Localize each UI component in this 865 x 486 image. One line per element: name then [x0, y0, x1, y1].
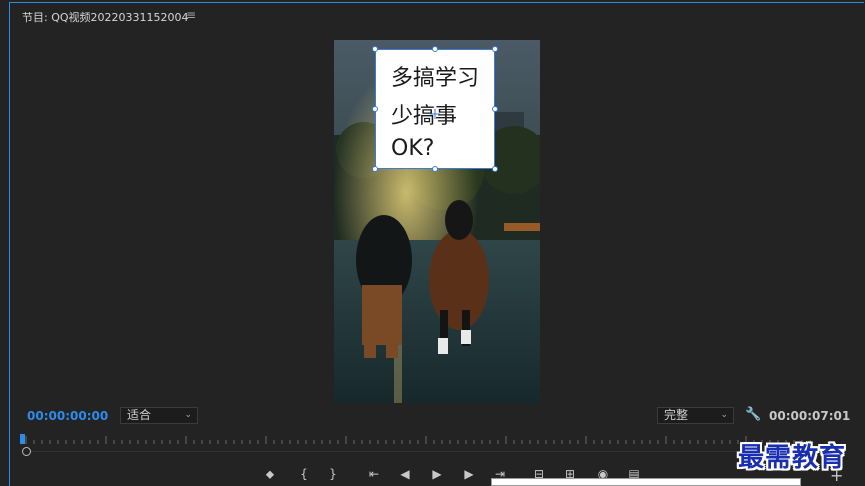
step-forward-button[interactable]: ▶	[461, 466, 477, 482]
panel-tab-bar: 节目: QQ视频20220331152004 ≡	[10, 3, 865, 27]
mark-out-button[interactable]: }	[325, 466, 341, 482]
transform-handle-right[interactable]	[492, 106, 498, 112]
transform-handle-bottom-left[interactable]	[372, 166, 378, 172]
panel-tab-title[interactable]: 节目: QQ视频20220331152004	[22, 9, 189, 25]
program-monitor-panel: 节目: QQ视频20220331152004 ≡ 多搞学习 少搞事 OK? 00…	[0, 0, 865, 486]
duration-timecode: 00:00:07:01	[769, 409, 851, 423]
chevron-down-icon: ⌄	[184, 410, 192, 420]
overlay-text-line-1: 多搞学习	[391, 66, 480, 91]
watermark-logo: 最需教育	[738, 443, 847, 473]
partial-popup-window	[491, 478, 801, 486]
zoom-scroll-track	[31, 451, 791, 452]
zoom-level-select[interactable]: 适合 ⌄	[120, 407, 198, 424]
overlay-text-line-2: 少搞事	[391, 104, 458, 129]
transform-handle-top-left[interactable]	[372, 46, 378, 52]
playback-resolution-value: 完整	[664, 408, 689, 422]
overlay-text-line-3: OK?	[391, 136, 435, 161]
wrench-settings-icon[interactable]: 🔧	[745, 407, 761, 422]
anchor-point-icon[interactable]	[430, 104, 440, 119]
playhead-marker[interactable]	[20, 434, 25, 444]
time-ruler[interactable]	[22, 433, 820, 459]
transform-handle-bottom[interactable]	[432, 166, 438, 172]
mark-in-button[interactable]: {	[296, 466, 312, 482]
step-back-button[interactable]: ◀	[397, 466, 413, 482]
chevron-down-icon: ⌄	[720, 410, 728, 420]
time-ruler-ticks	[25, 436, 811, 444]
zoom-level-value: 适合	[127, 408, 152, 422]
add-marker-button[interactable]: ⬥	[262, 466, 278, 482]
current-timecode[interactable]: 00:00:00:00	[27, 409, 108, 423]
transform-handle-bottom-right[interactable]	[492, 166, 498, 172]
go-to-in-button[interactable]: ⇤	[366, 466, 382, 482]
zoom-scroll-handle[interactable]	[22, 447, 31, 456]
transform-handle-left[interactable]	[372, 106, 378, 112]
playback-resolution-select[interactable]: 完整 ⌄	[657, 407, 734, 424]
play-button[interactable]: ▶	[429, 466, 445, 482]
transform-handle-top-right[interactable]	[492, 46, 498, 52]
hamburger-icon[interactable]: ≡	[186, 8, 196, 22]
transform-handle-top[interactable]	[432, 46, 438, 52]
